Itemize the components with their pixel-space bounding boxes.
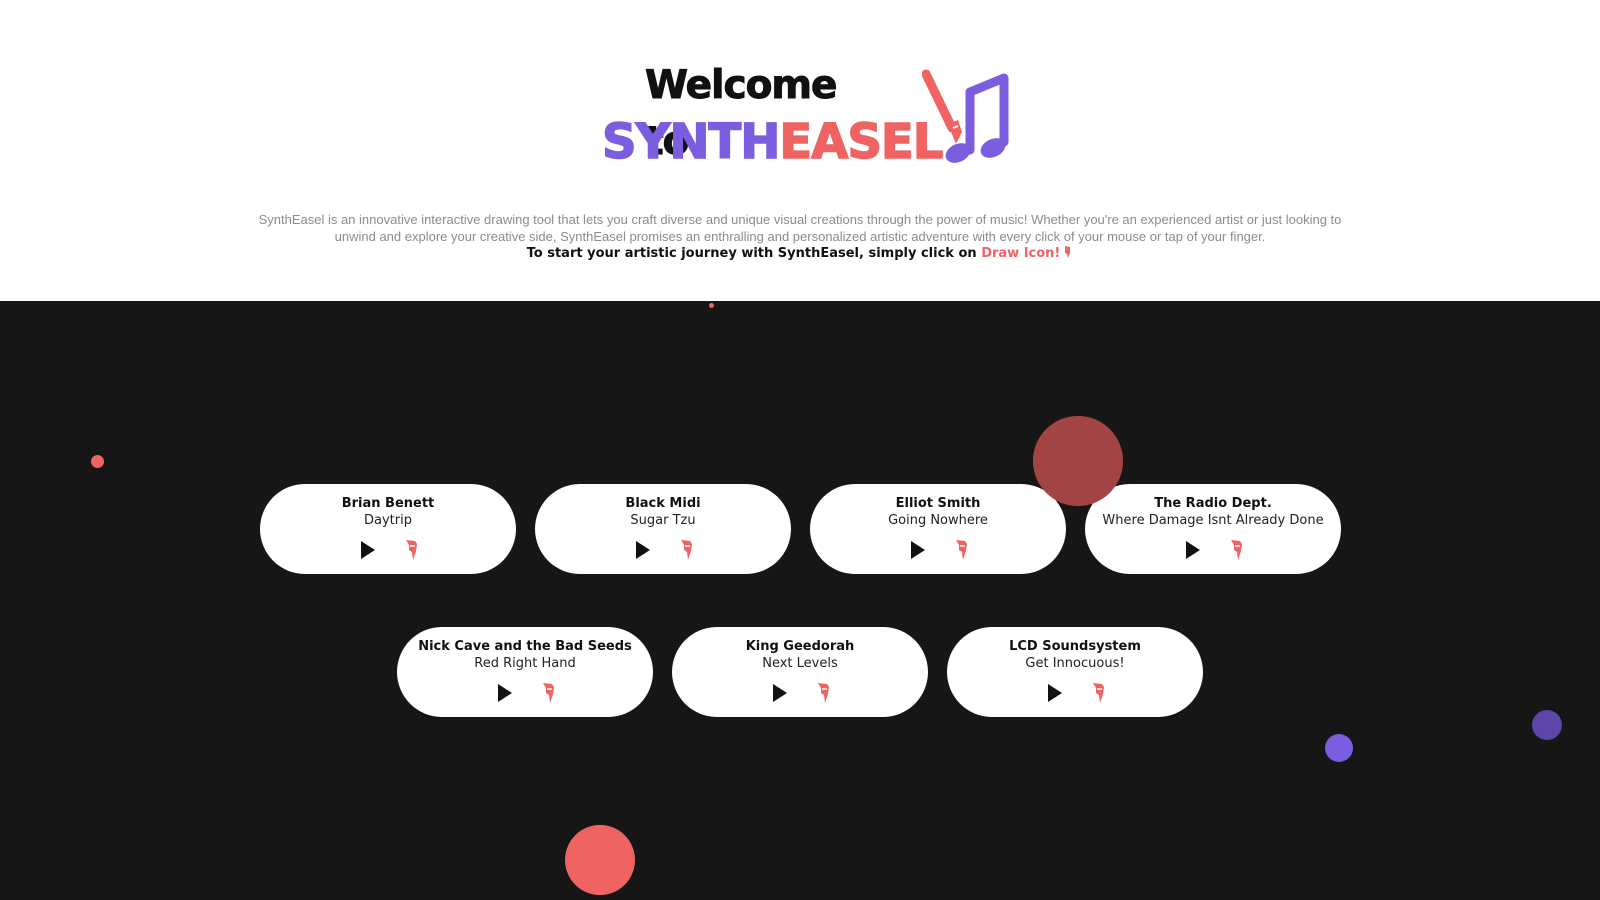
brush-music-note-icon <box>922 69 1009 163</box>
header: Welcome to SYNTHEASEL SynthEasel is an i… <box>0 0 1600 301</box>
drawing-canvas[interactable]: Brian Benett Daytrip Black Midi Sugar Tz… <box>0 301 1600 900</box>
play-icon[interactable] <box>768 682 790 704</box>
paint-dot <box>1033 416 1123 506</box>
track-card: Brian Benett Daytrip <box>260 484 516 574</box>
track-artist: Black Midi <box>625 496 701 511</box>
track-card: LCD Soundsystem Get Innocuous! <box>947 627 1203 717</box>
cta-text: To start your artistic journey with Synt… <box>240 245 1360 263</box>
paint-dot <box>1532 710 1562 740</box>
track-song: Sugar Tzu <box>630 513 696 528</box>
brand-synth: SYNTH <box>601 113 781 171</box>
track-card: King Geedorah Next Levels <box>672 627 928 717</box>
paint-dot <box>565 825 635 895</box>
cta-prefix: To start your artistic journey with Synt… <box>526 246 982 261</box>
brush-icon[interactable] <box>952 538 972 562</box>
play-icon[interactable] <box>1181 539 1203 561</box>
brush-icon <box>1065 246 1071 258</box>
track-song: Daytrip <box>364 513 412 528</box>
track-card: Elliot Smith Going Nowhere <box>810 484 1066 574</box>
track-artist: LCD Soundsystem <box>1009 639 1141 654</box>
play-icon[interactable] <box>906 539 928 561</box>
brand-easel: EASEL <box>779 113 944 171</box>
brush-icon[interactable] <box>1089 681 1109 705</box>
track-card: The Radio Dept. Where Damage Isnt Alread… <box>1085 484 1341 574</box>
track-artist: Brian Benett <box>341 496 435 511</box>
brush-icon[interactable] <box>402 538 422 562</box>
track-artist: Nick Cave and the Bad Seeds <box>418 639 632 654</box>
brand-title: SYNTHEASEL <box>601 112 944 172</box>
description-text: SynthEasel is an innovative interactive … <box>258 212 1342 244</box>
brush-icon[interactable] <box>814 681 834 705</box>
track-song: Get Innocuous! <box>1025 656 1125 671</box>
track-artist: The Radio Dept. <box>1154 496 1272 511</box>
brush-icon[interactable] <box>1227 538 1247 562</box>
track-artist: Elliot Smith <box>895 496 981 511</box>
track-card: Black Midi Sugar Tzu <box>535 484 791 574</box>
track-song: Next Levels <box>762 656 838 671</box>
track-card: Nick Cave and the Bad Seeds Red Right Ha… <box>397 627 653 717</box>
welcome-heading: Welcome to <box>645 63 838 165</box>
track-artist: King Geedorah <box>745 639 855 654</box>
paint-dot <box>91 455 104 468</box>
play-icon[interactable] <box>1043 682 1065 704</box>
track-song: Where Damage Isnt Already Done <box>1102 513 1324 528</box>
brush-icon[interactable] <box>677 538 697 562</box>
play-icon[interactable] <box>356 539 378 561</box>
paint-dot <box>709 303 714 308</box>
paint-dot <box>1325 734 1353 762</box>
track-song: Going Nowhere <box>888 513 988 528</box>
play-icon[interactable] <box>493 682 515 704</box>
draw-icon-link[interactable]: Draw Icon! <box>981 246 1060 261</box>
play-icon[interactable] <box>631 539 653 561</box>
track-song: Red Right Hand <box>474 656 576 671</box>
brush-icon[interactable] <box>539 681 559 705</box>
